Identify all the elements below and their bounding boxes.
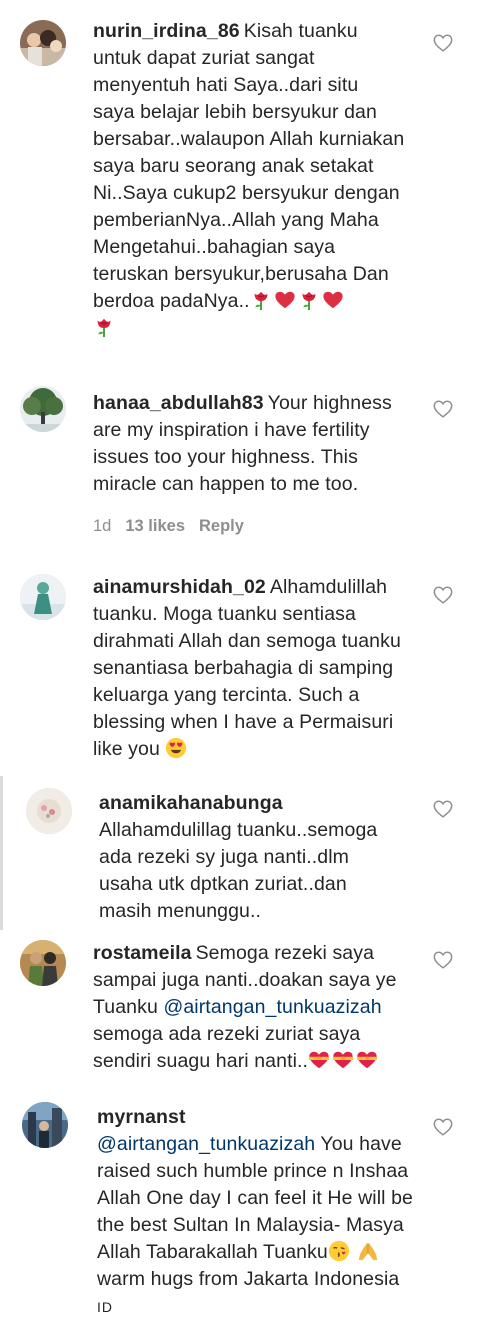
heart-outline-icon[interactable] [432,798,454,820]
rose-icon [93,316,115,338]
heart-outline-icon[interactable] [432,949,454,971]
comment-body: Kisah tuanku untuk dapat zuriat sangat m… [93,20,405,312]
reply-thread-line [0,776,3,930]
avatar[interactable] [20,20,66,66]
comment-body: Alhamdulillah tuanku. Moga tuanku sentia… [93,576,401,760]
heart-outline-icon[interactable] [432,32,454,54]
folded-hands-icon [357,1240,379,1262]
avatar[interactable] [20,940,66,986]
comment-username[interactable]: ainamurshidah_02 [93,576,266,598]
truncated-meta-row: · · · · · · · · · · · · · · · [95,364,248,370]
heart-eyes-icon [165,737,187,759]
comment-username[interactable]: hanaa_abdullah83 [93,392,264,414]
comment-username[interactable]: anamikahanabunga [99,792,283,814]
mention-link[interactable]: @airtangan_tunkuazizah [97,1133,315,1155]
comment-text: nurin_irdina_86 Kisah tuanku untuk dapat … [93,18,405,342]
rose-icon [298,289,320,311]
avatar[interactable] [20,386,66,432]
kissing-face-icon [328,1240,350,1262]
comment-body-continued: warm hugs from Jakarta Indonesia [97,1268,400,1290]
avatar[interactable] [26,788,72,834]
mention-link[interactable]: @airtangan_tunkuazizah [163,996,381,1018]
comment-username[interactable]: rostameila [93,942,192,964]
heart-ribbon-icon [308,1049,330,1071]
comment-text: anamikahanabunga Allahamdulillag tuanku..… [99,790,399,925]
heart-outline-icon[interactable] [432,584,454,606]
comment-text: hanaa_abdullah83 Your highness are my ins… [93,390,413,498]
avatar[interactable] [22,1102,68,1148]
comment-text: myrnanst @airtangan_tunkuazizah You have … [97,1104,415,1321]
heart-outline-icon[interactable] [432,1116,454,1138]
rose-icon [250,289,272,311]
comment-username[interactable]: nurin_irdina_86 [93,20,240,42]
comment-body: Allahamdulillag tuanku..semoga ada rezek… [99,819,378,922]
red-heart-icon [274,289,296,311]
likes-count[interactable]: 13 likes [125,517,185,535]
comment-meta: 1d 13 likes Reply [93,517,258,536]
comment-text: ainamurshidah_02 Alhamdulillah tuanku. Mo… [93,574,413,763]
flag-id-text: ID [97,1299,113,1315]
comment-text: rostameila Semoga rezeki saya sampai juga… [93,940,413,1075]
comment-username[interactable]: myrnanst [97,1106,186,1128]
heart-ribbon-icon [356,1049,378,1071]
heart-outline-icon[interactable] [432,398,454,420]
comment-time: 1d [93,517,112,535]
heart-ribbon-icon [332,1049,354,1071]
avatar[interactable] [20,574,66,620]
reply-button[interactable]: Reply [199,517,244,535]
red-heart-icon [322,289,344,311]
